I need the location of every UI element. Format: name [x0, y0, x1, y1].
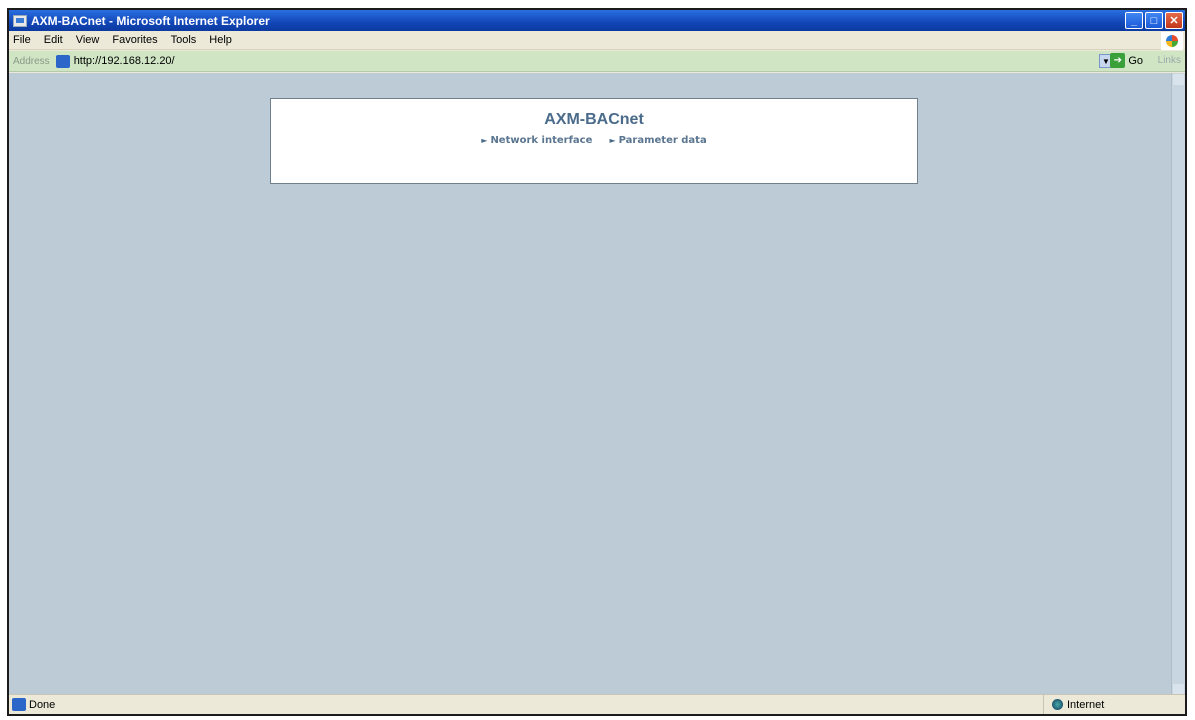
nav-parameter-data-label: Parameter data	[618, 135, 707, 146]
status-text: Done	[29, 698, 56, 711]
window-title: AXM-BACnet - Microsoft Internet Explorer	[31, 13, 270, 28]
address-bar: Address http://192.168.12.20/ ▼ ➔ Go Lin…	[9, 51, 1185, 72]
links-button[interactable]: Links	[1158, 55, 1181, 66]
triangle-right-icon: ►	[609, 136, 616, 145]
go-arrow-icon: ➔	[1110, 53, 1126, 68]
menu-bar: File Edit View Favorites Tools Help	[9, 31, 1185, 50]
page-viewport: AXM-BACnet ► Network interface ► Parameter…	[9, 73, 1173, 696]
scroll-up-icon[interactable]	[1173, 74, 1184, 85]
browser-window: AXM-BACnet - Microsoft Internet Explorer…	[7, 8, 1187, 716]
go-button[interactable]: ➔ Go	[1110, 53, 1143, 68]
title-bar: AXM-BACnet - Microsoft Internet Explorer…	[9, 10, 1185, 31]
close-button[interactable]: ✕	[1165, 12, 1183, 29]
menu-favorites[interactable]: Favorites	[112, 34, 157, 46]
status-bar: Done Internet	[9, 694, 1185, 714]
page-status-icon	[12, 698, 26, 711]
page-title: AXM-BACnet	[544, 111, 644, 128]
menu-file[interactable]: File	[13, 34, 31, 46]
menu-edit[interactable]: Edit	[44, 34, 63, 46]
globe-icon	[1052, 699, 1063, 710]
triangle-right-icon: ►	[481, 136, 488, 145]
menu-tools[interactable]: Tools	[171, 34, 197, 46]
menu-view[interactable]: View	[76, 34, 100, 46]
minimize-button[interactable]: _	[1125, 12, 1143, 29]
menu-help[interactable]: Help	[209, 34, 232, 46]
go-label: Go	[1128, 54, 1143, 67]
page-icon	[55, 54, 70, 68]
zone-label: Internet	[1067, 698, 1105, 711]
nav-network-interface-label: Network interface	[490, 135, 593, 146]
nav-parameter-data[interactable]: ► Parameter data	[609, 135, 706, 146]
window-controls: _ □ ✕	[1125, 12, 1183, 29]
address-label: Address	[13, 55, 50, 67]
internet-explorer-icon	[13, 14, 27, 27]
vertical-scrollbar[interactable]	[1171, 73, 1185, 696]
maximize-button[interactable]: □	[1145, 12, 1163, 29]
nav-links: ► Network interface ► Parameter data	[271, 134, 917, 146]
security-zone: Internet	[1043, 695, 1179, 714]
header-card: AXM-BACnet ► Network interface ► Parameter…	[270, 98, 918, 184]
address-input[interactable]: http://192.168.12.20/	[74, 55, 175, 67]
nav-network-interface[interactable]: ► Network interface	[481, 135, 592, 146]
windows-logo-icon	[1161, 32, 1183, 50]
